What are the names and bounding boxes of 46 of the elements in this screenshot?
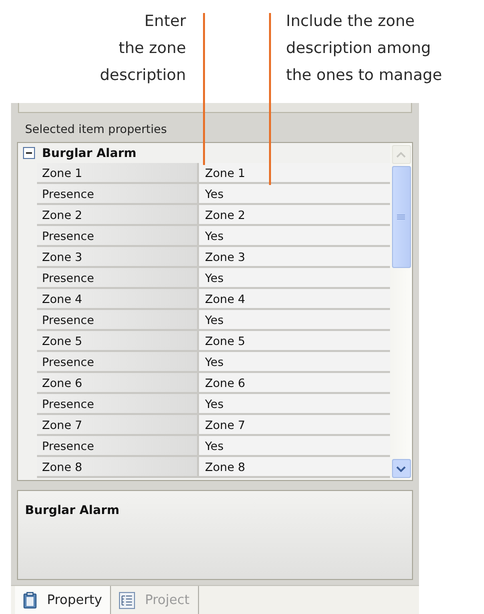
scroll-down-button[interactable] [392, 459, 410, 478]
property-name: Presence [37, 268, 199, 289]
property-name: Zone 1 [37, 163, 199, 184]
property-name: Zone 3 [37, 247, 199, 268]
property-value[interactable]: Zone 5 [199, 331, 390, 352]
clipboard-icon [23, 592, 37, 608]
panel-title: Selected item properties [24, 121, 168, 138]
annotation-text: Include the zone description among the ones to manage [286, 11, 442, 86]
panel-tab[interactable]: Property [15, 586, 112, 614]
property-value[interactable]: Zone 7 [199, 415, 390, 436]
property-value[interactable]: Yes [199, 436, 390, 457]
property-value[interactable]: Yes [199, 184, 390, 205]
property-name: Presence [37, 394, 199, 415]
scroll-thumb[interactable] [392, 166, 410, 268]
tree-list-icon [119, 592, 136, 608]
annotation-text: Enter the zone description [98, 11, 186, 86]
property-name: Presence [37, 436, 199, 457]
property-name: Zone 4 [37, 289, 199, 310]
property-value[interactable]: Zone 2 [199, 205, 390, 226]
property-value[interactable]: Zone 4 [199, 289, 390, 310]
property-name: Presence [37, 184, 199, 205]
property-name: Zone 8 [37, 457, 199, 478]
property-value[interactable]: Yes [199, 352, 390, 373]
scroll-up-button[interactable] [392, 145, 410, 164]
property-name: Presence [37, 226, 199, 247]
property-name: Zone 5 [37, 331, 199, 352]
description-title: Burglar Alarm [25, 503, 120, 517]
property-name: Presence [37, 310, 199, 331]
property-value[interactable]: Zone 8 [199, 457, 390, 478]
scrollbar[interactable] [390, 143, 412, 480]
property-value[interactable]: Yes [199, 268, 390, 289]
property-value[interactable]: Yes [199, 226, 390, 247]
category-label: Burglar Alarm [42, 146, 136, 160]
property-value[interactable]: Yes [199, 310, 390, 331]
chevron-up-icon [396, 152, 406, 158]
property-name: Zone 2 [37, 205, 199, 226]
property-value[interactable]: Zone 3 [199, 247, 390, 268]
property-name: Zone 6 [37, 373, 199, 394]
property-name: Presence [37, 352, 199, 373]
property-name: Zone 7 [37, 415, 199, 436]
property-value[interactable]: Zone 1 [199, 163, 390, 184]
property-value[interactable]: Zone 6 [199, 373, 390, 394]
collapse-toggle[interactable] [23, 147, 35, 159]
property-value[interactable]: Yes [199, 394, 390, 415]
chevron-down-icon [396, 466, 406, 472]
grip-icon [397, 214, 405, 220]
